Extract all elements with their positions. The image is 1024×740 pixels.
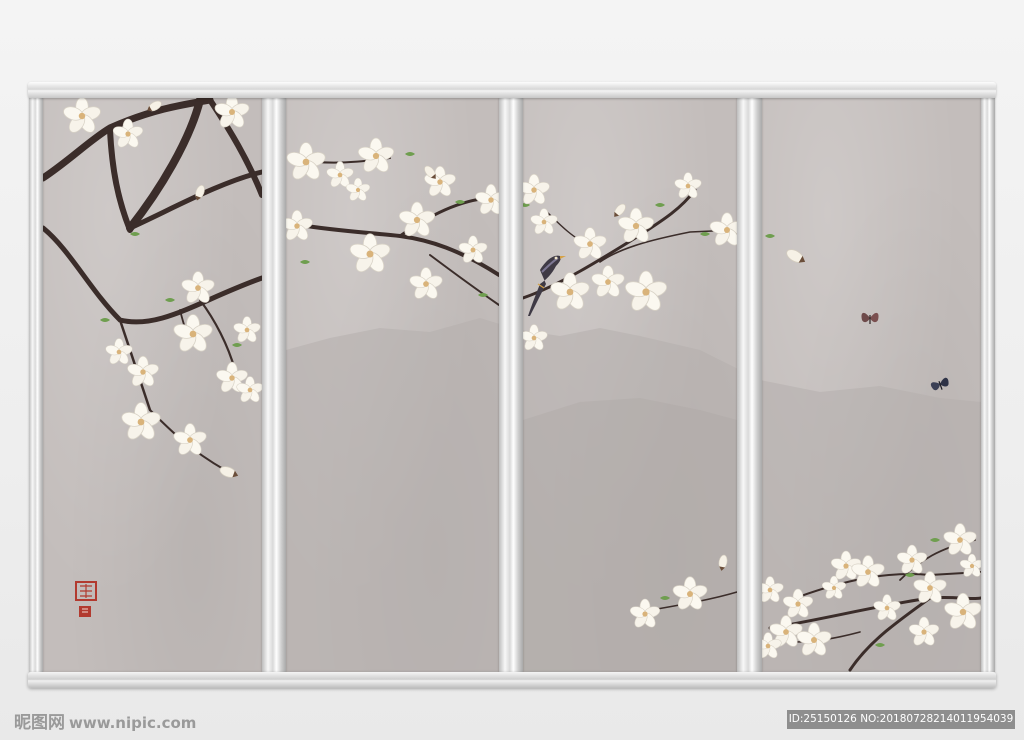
butterfly-icon [930, 377, 949, 391]
frame-rail-top [28, 82, 996, 98]
seal-stamp-icon [75, 581, 97, 617]
watermark-logo-text: 昵图网 [14, 713, 65, 733]
frame-post-right [981, 98, 995, 672]
frame-post-2 [499, 98, 523, 672]
frame-post-3 [737, 98, 762, 672]
image-id-badge: ID:25150126 NO:20180728214011954039 [787, 710, 1015, 729]
frame-post-1 [262, 98, 286, 672]
screen-scene: 昵图网 www.nipic.com ID:25150126 NO:20180728… [0, 0, 1024, 740]
frame-post-left [29, 98, 43, 672]
watermark-logo: 昵图网 www.nipic.com [14, 708, 197, 733]
frame-rail-bottom [28, 672, 996, 688]
watermark-url: www.nipic.com [69, 714, 197, 732]
butterfly-icon [861, 312, 879, 324]
